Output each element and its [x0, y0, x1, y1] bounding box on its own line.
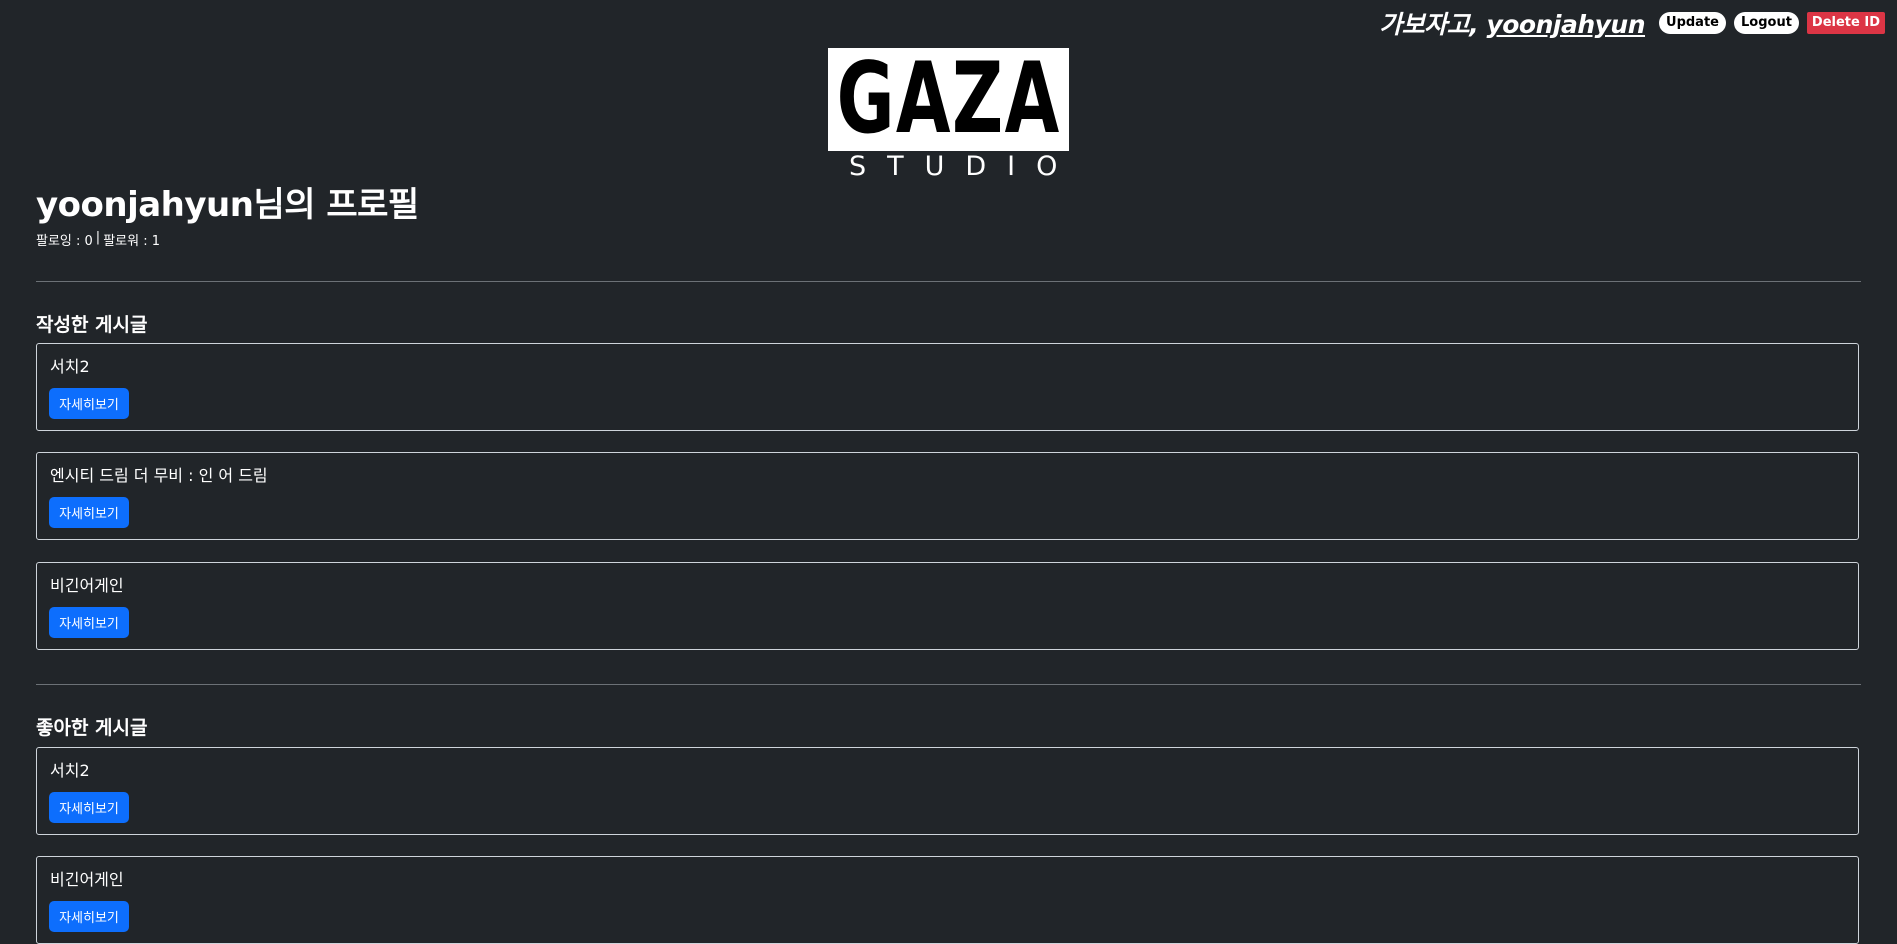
post-card: 비긴어게인 자세히보기	[36, 562, 1859, 650]
logout-button[interactable]: Logout	[1734, 12, 1799, 34]
logo-main-text: GAZA	[836, 42, 1061, 156]
update-button[interactable]: Update	[1659, 12, 1726, 34]
username-link[interactable]: yoonjahyun	[1486, 10, 1645, 39]
post-title: 서치2	[50, 761, 90, 780]
liked-post-card: 서치2 자세히보기	[36, 747, 1859, 835]
greeting: 가보자고, yoonjahyun	[1379, 5, 1645, 41]
page-title: yoonjahyun님의 프로필	[36, 185, 419, 225]
following-count: 팔로잉 : 0	[36, 234, 93, 249]
view-details-button[interactable]: 자세히보기	[49, 792, 129, 823]
post-title: 비긴어게인	[50, 576, 124, 595]
view-details-button[interactable]: 자세히보기	[49, 388, 129, 419]
liked-post-card: 비긴어게인 자세히보기	[36, 856, 1859, 944]
greeting-prefix: 가보자고,	[1379, 10, 1487, 39]
divider	[36, 684, 1861, 685]
top-nav: 가보자고, yoonjahyun Update Logout Delete ID	[1379, 6, 1885, 40]
delete-id-button[interactable]: Delete ID	[1806, 12, 1885, 34]
post-title: 서치2	[50, 357, 90, 376]
follow-stats: 팔로잉 : 0 | 팔로워 : 1	[36, 230, 419, 249]
post-title: 비긴어게인	[50, 870, 124, 889]
post-card: 서치2 자세히보기	[36, 343, 1859, 431]
follow-separator: |	[95, 230, 101, 245]
post-title: 엔시티 드림 더 무비 : 인 어 드림	[50, 466, 268, 485]
liked-posts-heading: 좋아한 게시글	[36, 717, 148, 739]
view-details-button[interactable]: 자세히보기	[49, 607, 129, 638]
site-logo[interactable]: GAZA STUDIO	[828, 48, 1079, 182]
followers-count: 팔로워 : 1	[103, 234, 160, 249]
post-card: 엔시티 드림 더 무비 : 인 어 드림 자세히보기	[36, 452, 1859, 540]
divider	[36, 281, 1861, 282]
logo-box: GAZA	[828, 48, 1069, 151]
view-details-button[interactable]: 자세히보기	[49, 497, 129, 528]
logo-sub-text: STUDIO	[849, 151, 1079, 182]
written-posts-heading: 작성한 게시글	[36, 314, 148, 336]
profile-header: yoonjahyun님의 프로필 팔로잉 : 0 | 팔로워 : 1	[36, 182, 419, 249]
